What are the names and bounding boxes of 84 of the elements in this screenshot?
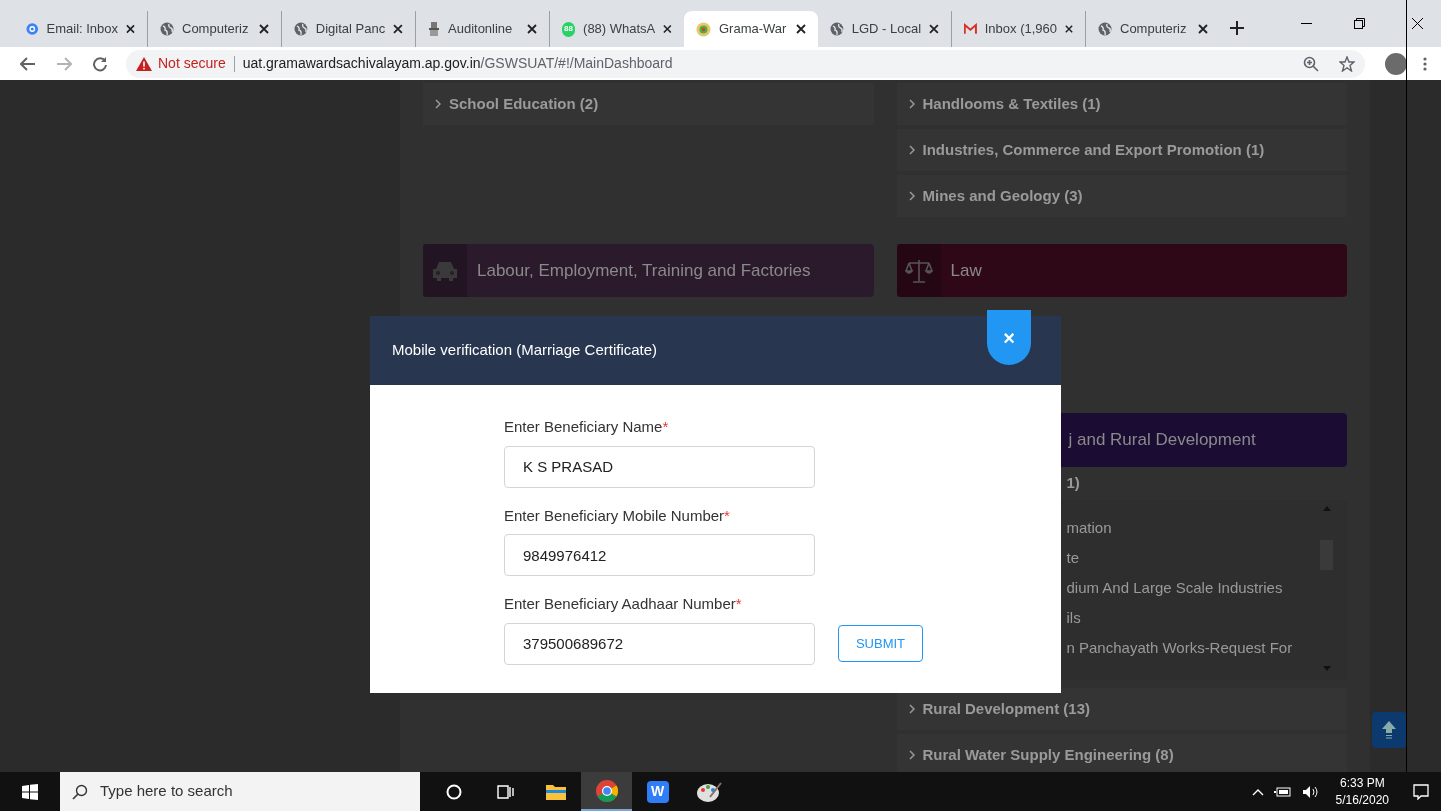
tab-title: Computeriz xyxy=(182,20,250,39)
reload-icon[interactable] xyxy=(92,55,108,72)
globe-icon xyxy=(160,22,174,36)
modal-title: Mobile verification (Marriage Certificate) xyxy=(392,340,658,361)
car-icon xyxy=(431,259,459,282)
volume-icon[interactable] xyxy=(1301,784,1320,799)
close-icon[interactable] xyxy=(1412,18,1423,29)
close-icon[interactable] xyxy=(527,24,537,34)
address-bar[interactable]: Not secure uat.gramawardsachivalayam.ap.gov.in/GSWSUAT/#!/MainDashboard xyxy=(126,49,1365,78)
chevron-icon xyxy=(908,750,915,760)
chevron-icon xyxy=(908,191,915,201)
field-label: Enter Beneficiary Name* xyxy=(504,417,670,437)
close-icon[interactable] xyxy=(663,24,672,34)
submit-button[interactable]: SUBMIT xyxy=(838,625,923,662)
close-icon[interactable] xyxy=(126,24,135,34)
start-icon[interactable] xyxy=(22,783,38,800)
search-icon xyxy=(72,783,88,800)
chat-badge-icon: 88 xyxy=(562,21,576,37)
department-header[interactable]: Law xyxy=(896,244,1347,297)
service-category[interactable]: Rural Development (13) xyxy=(896,688,1347,730)
seal-icon xyxy=(696,21,711,37)
profile-avatar[interactable] xyxy=(1385,52,1407,75)
close-icon[interactable] xyxy=(796,24,806,34)
tab-title: Email: Inbox xyxy=(46,20,119,39)
new-tab-icon[interactable] xyxy=(1230,21,1244,35)
menu-icon[interactable] xyxy=(1423,56,1427,71)
service-category[interactable]: School Education (2) xyxy=(423,83,874,125)
zoom-icon[interactable] xyxy=(1303,55,1319,72)
service-category[interactable]: Handlooms & Textiles (1) xyxy=(896,83,1347,125)
restore-icon[interactable] xyxy=(1354,18,1365,29)
close-icon[interactable] xyxy=(1065,24,1073,34)
clock[interactable]: 6:33 PM 5/16/2020 xyxy=(1335,774,1389,809)
chevron-icon xyxy=(435,99,441,109)
service-category[interactable]: Mines and Geology (3) xyxy=(896,175,1347,217)
tab-title: Grama-War xyxy=(719,20,788,39)
star-icon[interactable] xyxy=(1339,55,1355,72)
tab-title: Computeriz xyxy=(1120,20,1188,39)
tab-title: LGD - Local xyxy=(851,20,922,39)
text-input[interactable]: 9849976412 xyxy=(504,534,815,576)
chevron-icon xyxy=(908,99,915,109)
chevron-up-icon[interactable] xyxy=(1251,787,1264,796)
taskbar-search-field[interactable]: Type here to search xyxy=(60,772,420,811)
at-sign-icon xyxy=(26,22,39,36)
close-icon[interactable] xyxy=(1198,24,1208,34)
mail-icon xyxy=(964,23,977,35)
back-arrow-icon[interactable] xyxy=(20,56,36,71)
field-label: Enter Beneficiary Aadhaar Number* xyxy=(504,594,743,614)
url-text: uat.gramawardsachivalayam.ap.gov.in/GSWSUAT/#!/MainDashboard xyxy=(242,54,673,73)
arrow-up-icon xyxy=(1382,721,1396,739)
browser-tab[interactable]: 88 (88) WhatsA xyxy=(550,11,684,47)
service-link[interactable]: n Panchayath Works-Request For xyxy=(1066,637,1293,667)
service-link[interactable]: dium And Large Scale Industries xyxy=(1066,577,1283,607)
category-count: 1) xyxy=(1066,473,1080,494)
service-link[interactable]: ils xyxy=(1066,607,1081,637)
globe-icon xyxy=(294,22,308,36)
browser-icon[interactable] xyxy=(581,772,632,811)
tab-title: (88) WhatsA xyxy=(583,20,656,39)
globe-icon xyxy=(830,22,844,36)
text-input[interactable]: K S PRASAD xyxy=(504,445,815,488)
scroll-to-top-button[interactable] xyxy=(1372,712,1406,748)
department-header[interactable]: Labour, Employment, Training and Factories xyxy=(423,244,874,297)
close-button[interactable]: × xyxy=(987,310,1031,365)
battery-icon[interactable] xyxy=(1273,785,1292,798)
browser-tab[interactable]: Computeriz xyxy=(1086,11,1220,47)
browser-tab[interactable]: Grama-War xyxy=(684,11,818,47)
close-icon[interactable] xyxy=(259,24,269,34)
service-category[interactable]: Industries, Commerce and Export Promotion (1) xyxy=(896,129,1347,171)
chevron-icon xyxy=(908,704,915,714)
service-link[interactable]: mation xyxy=(1066,517,1112,547)
globe-icon xyxy=(1098,22,1112,36)
close-icon[interactable] xyxy=(929,24,939,34)
service-link[interactable]: te xyxy=(1066,547,1079,577)
field-label: Enter Beneficiary Mobile Number* xyxy=(504,505,731,526)
chevron-icon xyxy=(908,145,915,155)
security-label: Not secure xyxy=(158,54,226,73)
scales-icon xyxy=(904,257,933,284)
tab-title: Inbox (1,960 xyxy=(984,20,1058,39)
emblem-icon xyxy=(428,21,440,37)
text-input[interactable]: 379500689672 xyxy=(504,622,815,665)
tab-title: Auditonline xyxy=(448,20,514,39)
warning-icon xyxy=(136,56,152,71)
notification-icon[interactable] xyxy=(1413,783,1429,800)
tab-title: Digital Panc xyxy=(315,20,386,39)
close-icon[interactable] xyxy=(393,24,403,34)
